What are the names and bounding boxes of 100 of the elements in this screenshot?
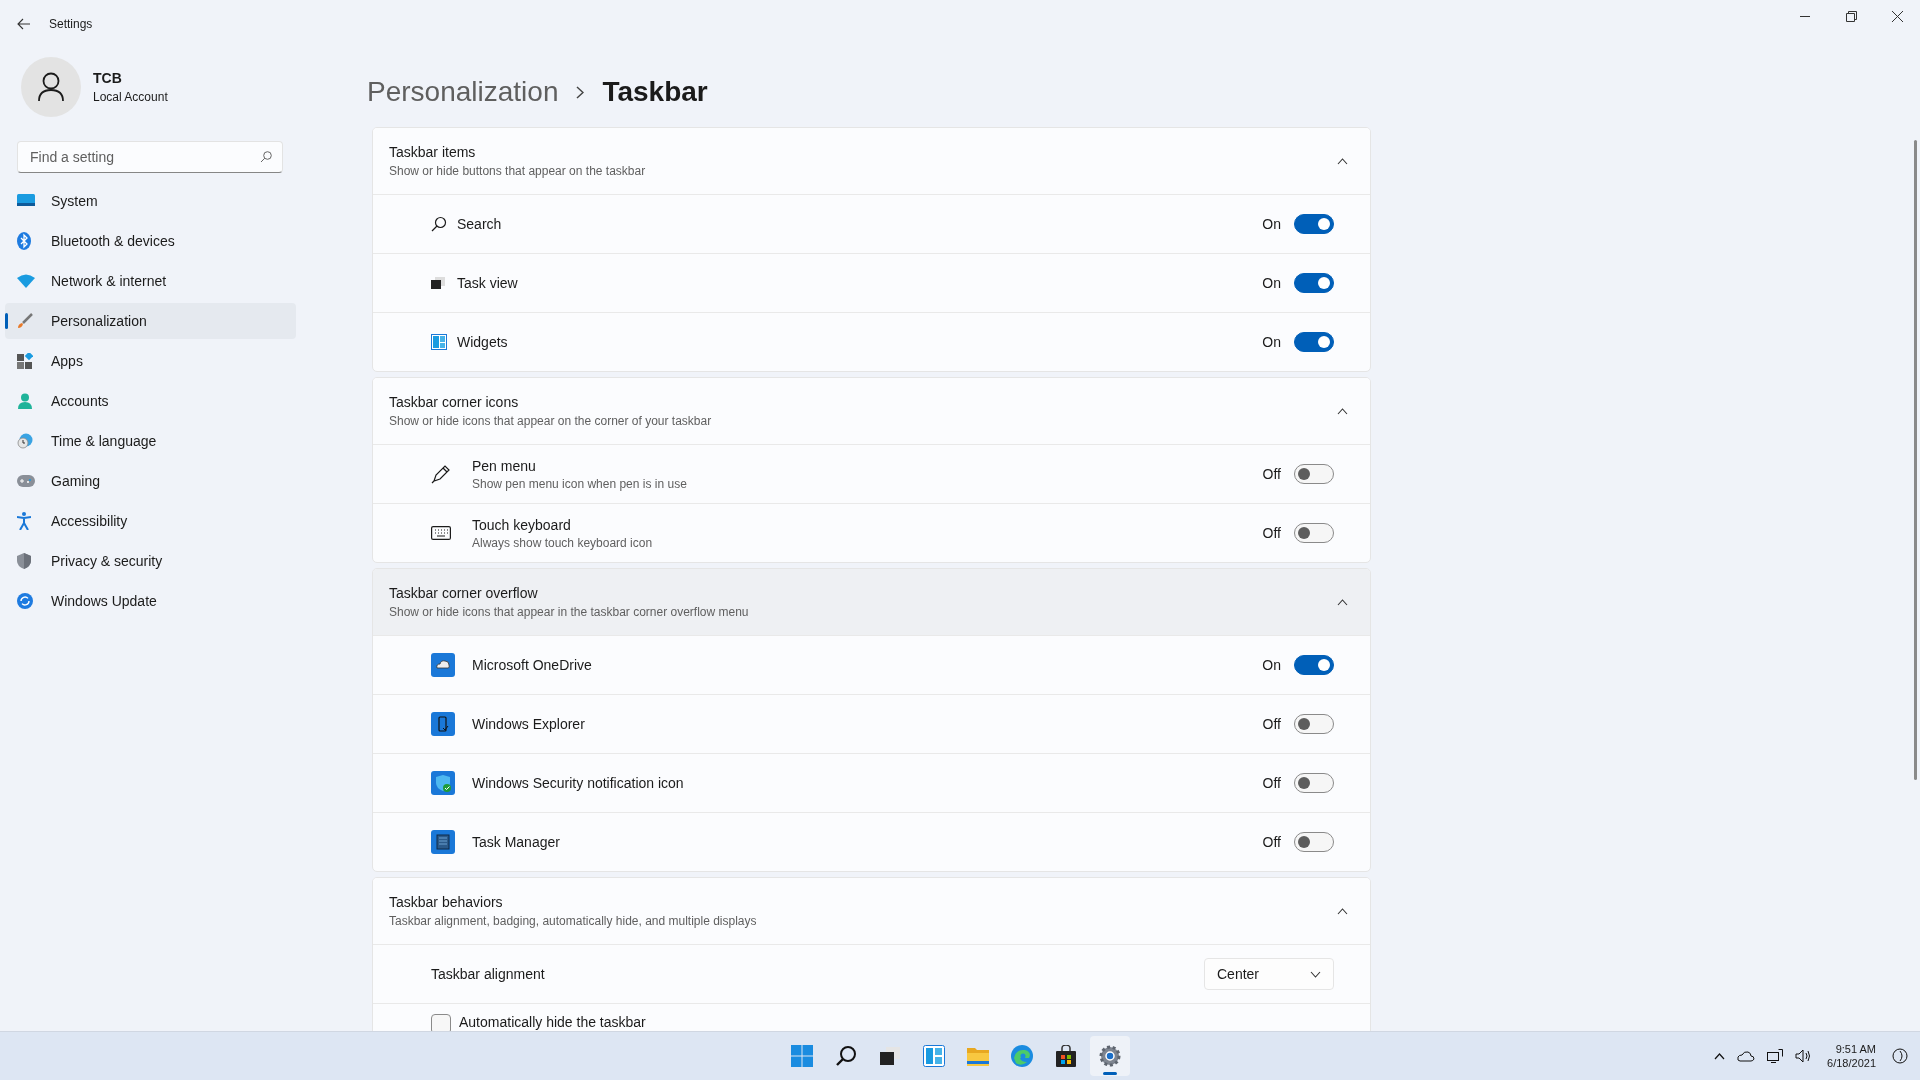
bluetooth-icon	[17, 232, 31, 250]
setting-label: Search	[457, 216, 503, 232]
cloud-icon	[1737, 1050, 1756, 1062]
clock[interactable]: 9:51 AM 6/18/2021	[1827, 1043, 1876, 1069]
widgets-icon	[923, 1045, 945, 1067]
globe-clock-icon	[17, 433, 33, 449]
toggle-state-label: On	[1262, 275, 1281, 291]
toggle-state-label: On	[1262, 334, 1281, 350]
setting-description: Show pen menu icon when pen is in use	[472, 476, 688, 491]
search-icon	[431, 216, 447, 232]
toggle-switch[interactable]	[1294, 773, 1334, 793]
breadcrumb-item: Taskbar	[602, 76, 708, 108]
cloud-tray-button[interactable]	[1735, 1050, 1758, 1062]
setting-label: Windows Explorer	[472, 716, 586, 732]
section-title: Taskbar corner overflow	[389, 585, 539, 601]
setting-label: Touch keyboard	[472, 516, 572, 533]
chevron-icon	[1336, 157, 1348, 165]
apps-icon	[17, 353, 33, 369]
setting-label: Windows Security notification icon	[472, 775, 685, 791]
restore-icon	[1845, 10, 1857, 22]
nav-item[interactable]: Privacy & security	[5, 543, 296, 579]
nav-item[interactable]: Gaming	[5, 463, 296, 499]
shield-icon	[17, 553, 31, 569]
nav-item[interactable]: Personalization	[5, 303, 296, 339]
toggle-state-label: On	[1262, 216, 1281, 232]
windows-logo-icon	[791, 1045, 813, 1067]
toggle-switch[interactable]	[1294, 332, 1334, 352]
breadcrumb-item[interactable]: Personalization	[367, 76, 559, 108]
chevron-down-icon	[1310, 970, 1321, 978]
speaker-icon	[1795, 1049, 1812, 1063]
shield-check-icon	[431, 771, 455, 795]
toggle-switch[interactable]	[1294, 464, 1334, 484]
setting-label: Task Manager	[472, 834, 561, 850]
alignment-dropdown[interactable]: Center	[1204, 958, 1334, 990]
chevron-icon	[1336, 907, 1348, 915]
section-description: Show or hide icons that appear on the corner of your taskbar	[389, 414, 713, 428]
toggle-switch[interactable]	[1294, 655, 1334, 675]
gear-icon	[1099, 1045, 1121, 1067]
gamepad-icon	[17, 475, 35, 487]
search-input[interactable]: Find a setting	[28, 148, 260, 166]
nav-item[interactable]: System	[5, 183, 296, 219]
minimize-icon	[1800, 15, 1810, 17]
toggle-state-label: Off	[1262, 716, 1281, 732]
person-icon	[38, 72, 64, 102]
scrollbar[interactable]	[1914, 140, 1917, 780]
search-icon	[835, 1045, 857, 1067]
setting-label: Pen menu	[472, 457, 537, 474]
store-icon	[1056, 1045, 1076, 1067]
brush-icon	[17, 313, 33, 329]
caret-up-icon	[1714, 1052, 1726, 1060]
back-arrow-icon	[17, 18, 31, 30]
toggle-switch[interactable]	[1294, 714, 1334, 734]
section-description: Show or hide buttons that appear on the taskbar	[389, 164, 647, 178]
window-title: Settings	[49, 17, 93, 31]
widgets-icon	[431, 334, 447, 350]
network-tray-button[interactable]	[1765, 1049, 1786, 1063]
section-title: Taskbar items	[389, 144, 477, 160]
nav-item[interactable]: Accessibility	[5, 503, 296, 539]
setting-label: Microsoft OneDrive	[472, 657, 593, 673]
toggle-switch[interactable]	[1294, 273, 1334, 293]
monitor-icon	[17, 194, 35, 208]
setting-label: Task view	[457, 275, 519, 291]
nav-item[interactable]: Apps	[5, 343, 296, 379]
toggle-state-label: Off	[1262, 775, 1281, 791]
nav-item[interactable]: Time & language	[5, 423, 296, 459]
chevron-icon	[1336, 407, 1348, 415]
toggle-switch[interactable]	[1294, 523, 1334, 543]
account-name: TCB	[93, 70, 123, 86]
toggle-switch[interactable]	[1294, 832, 1334, 852]
keyboard-icon	[431, 526, 451, 540]
section-title: Taskbar behaviors	[389, 894, 504, 910]
cloud-icon	[431, 653, 455, 677]
section-title: Taskbar corner icons	[389, 394, 520, 410]
search-field[interactable]: Find a setting	[17, 141, 283, 173]
section-description: Taskbar alignment, badging, automatically hide, and multiple displays	[389, 914, 758, 928]
nav-item[interactable]: Network & internet	[5, 263, 296, 299]
checkbox[interactable]	[431, 1014, 451, 1031]
toggle-state-label: Off	[1262, 525, 1281, 541]
nav-item[interactable]: Bluetooth & devices	[5, 223, 296, 259]
chevron-right-icon	[576, 85, 585, 99]
update-icon	[17, 593, 33, 609]
close-icon	[1891, 10, 1903, 22]
setting-label: Automatically hide the taskbar	[459, 1014, 646, 1030]
toggle-switch[interactable]	[1294, 214, 1334, 234]
setting-description: Always show touch keyboard icon	[472, 535, 654, 550]
setting-label: Taskbar alignment	[431, 966, 545, 982]
section-description: Show or hide icons that appear in the taskbar corner overflow menu	[389, 605, 750, 619]
setting-label: Widgets	[457, 334, 509, 350]
folder-icon	[967, 1046, 989, 1066]
browser-icon	[1011, 1045, 1033, 1067]
nav-item[interactable]: Windows Update	[5, 583, 296, 619]
person-icon	[17, 393, 33, 409]
task-manager-icon	[431, 830, 455, 854]
monitor-icon	[1767, 1049, 1784, 1063]
toggle-state-label: On	[1262, 657, 1281, 673]
nav-item[interactable]: Accounts	[5, 383, 296, 419]
section-header[interactable]: Taskbar corner overflow Show or hide icons that appear in the taskbar corner overflow menu	[373, 569, 1370, 635]
account-type: Local Account	[93, 90, 168, 104]
task-view-icon	[431, 277, 445, 289]
search-icon	[260, 151, 272, 163]
